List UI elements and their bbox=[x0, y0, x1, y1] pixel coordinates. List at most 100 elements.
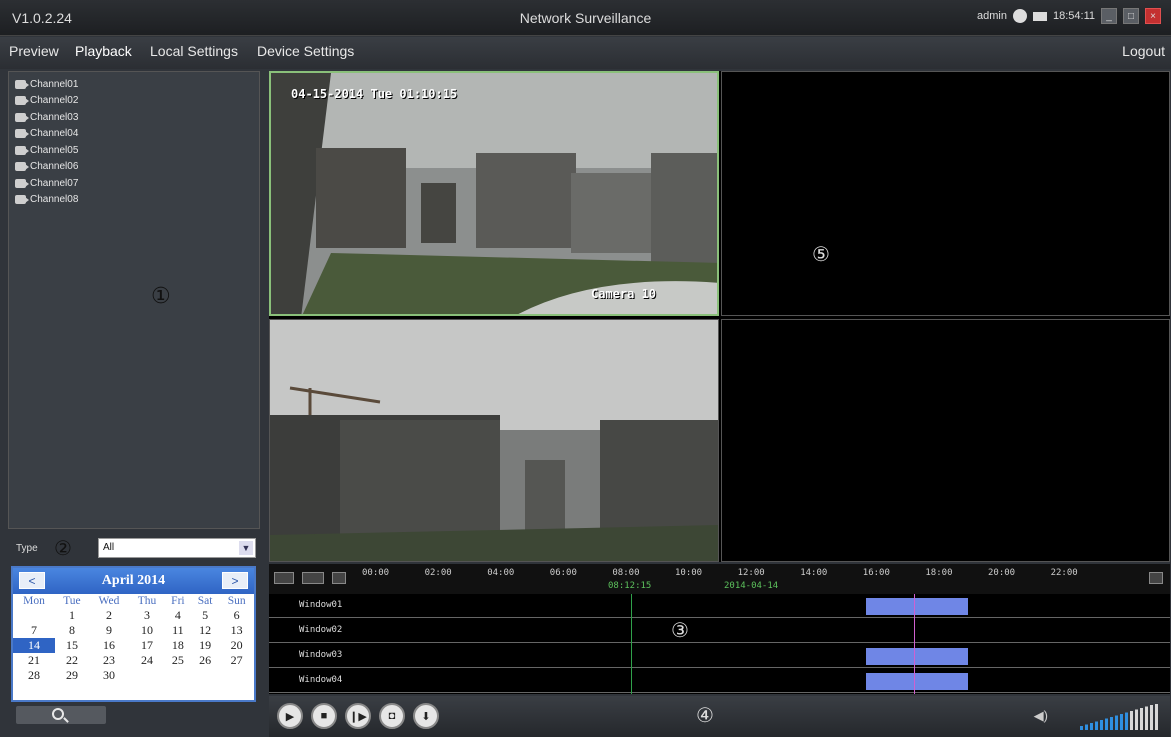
calendar-day[interactable]: 19 bbox=[191, 638, 219, 653]
record-segment[interactable] bbox=[866, 648, 968, 665]
timeline-row[interactable]: Window02 bbox=[269, 619, 1170, 643]
close-button[interactable]: × bbox=[1145, 8, 1161, 24]
calendar-day[interactable]: 13 bbox=[219, 623, 254, 638]
calendar-day[interactable] bbox=[13, 608, 55, 623]
camera-icon bbox=[15, 129, 29, 139]
weekday-header: Fri bbox=[171, 595, 185, 607]
menu-preview[interactable]: Preview bbox=[9, 43, 59, 59]
calendar-day[interactable]: 8 bbox=[55, 623, 89, 638]
window-label: Window03 bbox=[299, 650, 343, 660]
channel-item[interactable]: Channel03 bbox=[9, 109, 259, 126]
step-icon[interactable]: ❙▶ bbox=[345, 703, 371, 729]
calendar-day[interactable]: 27 bbox=[219, 653, 254, 668]
calendar-day-selected[interactable]: 14 bbox=[13, 638, 56, 653]
video-window-4[interactable] bbox=[721, 319, 1170, 562]
restore-button[interactable]: □ bbox=[1123, 8, 1139, 24]
next-month-button[interactable]: > bbox=[222, 572, 248, 589]
weekday-header: Wed bbox=[98, 595, 120, 607]
timeline-row[interactable]: Window03 bbox=[269, 644, 1170, 668]
volume-bar bbox=[1095, 721, 1098, 730]
channel-item[interactable]: Channel05 bbox=[9, 142, 259, 159]
video-grid: 04-15-2014 Tue 01:10:15 Camera 10 ⑤ bbox=[269, 71, 1170, 562]
calendar-day[interactable]: 15 bbox=[55, 638, 89, 653]
minimize-button[interactable]: _ bbox=[1101, 8, 1117, 24]
calendar-day bbox=[129, 668, 165, 683]
calendar-day[interactable]: 26 bbox=[191, 653, 219, 668]
zoom-out-button[interactable] bbox=[274, 572, 294, 584]
calendar-day[interactable]: 9 bbox=[89, 623, 129, 638]
calendar-day[interactable]: 7 bbox=[13, 623, 55, 638]
weekday-header: Sun bbox=[227, 595, 246, 607]
calendar-day[interactable]: 25 bbox=[165, 653, 191, 668]
calendar-day[interactable]: 11 bbox=[165, 623, 191, 638]
clock-time: 18:54:11 bbox=[1052, 10, 1095, 22]
menu-playback[interactable]: Playback bbox=[75, 43, 132, 59]
calendar-day[interactable]: 3 bbox=[129, 608, 165, 623]
channel-item[interactable]: Channel01 bbox=[9, 76, 259, 93]
calendar-day[interactable]: 5 bbox=[191, 608, 219, 623]
cursor-time: 08:12:15 bbox=[608, 581, 652, 591]
channel-label: Channel05 bbox=[30, 144, 79, 156]
playback-start-line bbox=[631, 594, 632, 694]
calendar-day[interactable]: 29 bbox=[55, 668, 89, 683]
video-window-1[interactable]: 04-15-2014 Tue 01:10:15 Camera 10 bbox=[269, 71, 719, 316]
calendar-day[interactable]: 6 bbox=[219, 608, 254, 623]
calendar-day[interactable]: 16 bbox=[89, 638, 129, 653]
scroll-right-button[interactable] bbox=[1149, 572, 1163, 584]
logout-button[interactable]: Logout bbox=[1122, 43, 1165, 59]
volume-slider[interactable] bbox=[1078, 704, 1160, 732]
calendar-day[interactable]: 21 bbox=[13, 653, 55, 668]
volume-bar bbox=[1150, 705, 1153, 730]
timeline-row[interactable]: Window04 bbox=[269, 669, 1170, 693]
calendar-day[interactable]: 22 bbox=[55, 653, 89, 668]
camera-icon bbox=[15, 195, 29, 205]
channel-item[interactable]: Channel07 bbox=[9, 175, 259, 192]
calendar-day[interactable]: 30 bbox=[89, 668, 129, 683]
menu-device-settings[interactable]: Device Settings bbox=[257, 43, 354, 59]
timeline: 00:00 02:00 04:00 06:00 08:00 10:00 12:00 14:00… bbox=[269, 564, 1170, 694]
type-select[interactable]: All ▼ bbox=[98, 538, 256, 558]
scroll-left-button[interactable] bbox=[332, 572, 346, 584]
calendar-day[interactable]: 2 bbox=[89, 608, 129, 623]
calendar-grid: Mon Tue Wed Thu Fri Sat Sun 123456 7 8 9 10… bbox=[13, 594, 254, 683]
window-label: Window02 bbox=[299, 625, 343, 635]
calendar-day[interactable]: 17 bbox=[129, 638, 165, 653]
search-button[interactable] bbox=[16, 706, 106, 724]
channel-item[interactable]: Channel06 bbox=[9, 159, 259, 176]
calendar-day[interactable]: 18 bbox=[165, 638, 191, 653]
calendar-day[interactable]: 1 bbox=[55, 608, 89, 623]
menu-local-settings[interactable]: Local Settings bbox=[150, 43, 238, 59]
stop-icon[interactable]: ■ bbox=[311, 703, 337, 729]
search-icon bbox=[52, 708, 64, 720]
video-window-3[interactable] bbox=[269, 319, 719, 562]
globe-icon[interactable] bbox=[1012, 9, 1027, 23]
snapshot-icon[interactable]: ◘ bbox=[379, 703, 405, 729]
channel-item[interactable]: Channel02 bbox=[9, 93, 259, 110]
speaker-icon[interactable]: ◀) bbox=[1034, 708, 1048, 724]
camera-icon bbox=[15, 145, 29, 155]
volume-bar bbox=[1100, 720, 1103, 730]
record-segment[interactable] bbox=[866, 598, 968, 615]
calendar-day[interactable]: 10 bbox=[129, 623, 165, 638]
calendar-day[interactable]: 12 bbox=[191, 623, 219, 638]
video-window-2[interactable]: ⑤ bbox=[721, 71, 1170, 316]
weekday-header: Mon bbox=[23, 595, 45, 607]
channel-item[interactable]: Channel08 bbox=[9, 192, 259, 209]
calendar-day[interactable]: 28 bbox=[13, 668, 55, 683]
camera-icon bbox=[15, 112, 29, 122]
record-segment[interactable] bbox=[866, 673, 968, 690]
channel-list: Channel01 Channel02 Channel03 Channel04 … bbox=[9, 72, 259, 208]
chevron-down-icon[interactable]: ▼ bbox=[239, 541, 253, 555]
playback-cursor[interactable] bbox=[914, 594, 915, 694]
camera-icon bbox=[15, 79, 29, 89]
channel-item[interactable]: Channel04 bbox=[9, 126, 259, 143]
calendar-day[interactable]: 24 bbox=[129, 653, 165, 668]
download-icon[interactable]: ⬇ bbox=[413, 703, 439, 729]
calendar-day[interactable]: 20 bbox=[219, 638, 254, 653]
play-icon[interactable]: ▶ bbox=[277, 703, 303, 729]
calendar-day[interactable]: 4 bbox=[165, 608, 191, 623]
window-label: Window04 bbox=[299, 675, 343, 685]
timeline-row[interactable]: Window01 bbox=[269, 594, 1170, 618]
calendar-day[interactable]: 23 bbox=[89, 653, 129, 668]
zoom-in-button[interactable] bbox=[302, 572, 324, 584]
